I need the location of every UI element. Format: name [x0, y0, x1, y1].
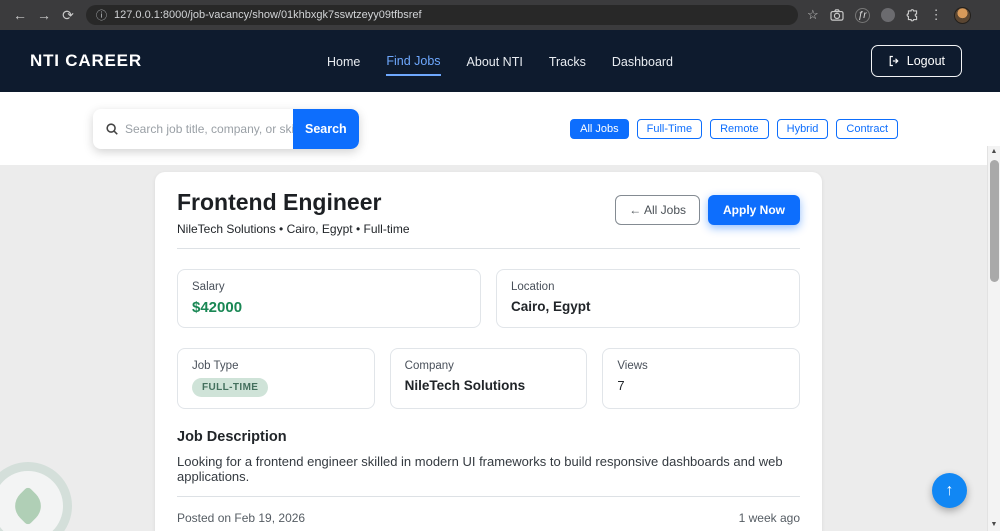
- all-jobs-back-button[interactable]: ← All Jobs: [615, 195, 700, 225]
- reload-icon[interactable]: ⟳: [56, 0, 80, 30]
- brand-logo[interactable]: NTI CAREER: [30, 51, 142, 71]
- job-type-badge: FULL-TIME: [192, 378, 269, 398]
- nav-link-tracks[interactable]: Tracks: [549, 48, 586, 75]
- divider: [177, 248, 800, 250]
- views-label: Views: [617, 360, 648, 373]
- job-title-block: Frontend Engineer NileTech Solutions • C…: [177, 189, 410, 237]
- leaf-icon: [8, 486, 48, 526]
- job-type-card: Job Type FULL-TIME: [177, 348, 375, 410]
- job-meta: NileTech Solutions • Cairo, Egypt • Full…: [177, 222, 410, 237]
- extension-circle-icon[interactable]: [880, 8, 895, 22]
- fr-extension-icon[interactable]: ƒr: [854, 7, 870, 23]
- arrow-up-icon: ↑: [945, 481, 954, 499]
- nav-link-dashboard[interactable]: Dashboard: [612, 48, 673, 75]
- search-icon: [93, 122, 125, 136]
- job-footer: Posted on Feb 19, 2026 1 week ago: [177, 511, 800, 525]
- search-button[interactable]: Search: [293, 108, 359, 149]
- scrollbar-thumb[interactable]: [990, 160, 999, 282]
- posted-age: 1 week ago: [738, 511, 800, 526]
- job-title: Frontend Engineer: [177, 189, 382, 215]
- site-info-icon[interactable]: ⓘ: [96, 7, 107, 23]
- apply-now-button[interactable]: Apply Now: [708, 195, 800, 225]
- nav-link-about-nti[interactable]: About NTI: [467, 48, 523, 75]
- filter-remote[interactable]: Remote: [710, 118, 769, 139]
- location-value: Cairo, Egypt: [511, 299, 591, 315]
- filter-all-jobs[interactable]: All Jobs: [570, 118, 629, 139]
- company-label: Company: [404, 360, 454, 373]
- nav-link-home[interactable]: Home: [327, 48, 360, 75]
- job-type-label: Job Type: [192, 360, 239, 373]
- company-value: NileTech Solutions: [404, 378, 526, 394]
- info-row-bottom: Job Type FULL-TIME Company NileTech Solu…: [177, 348, 801, 410]
- info-row-top: Salary $42000 Location Cairo, Egypt: [177, 269, 800, 329]
- logout-button[interactable]: Logout: [870, 45, 962, 77]
- job-header-actions: ← All Jobs Apply Now: [615, 195, 800, 225]
- browser-menu-icon[interactable]: ⋮: [930, 7, 943, 23]
- browser-profile-avatar[interactable]: [953, 6, 971, 24]
- search-input[interactable]: [125, 108, 293, 149]
- divider: [177, 496, 800, 498]
- job-header: Frontend Engineer NileTech Solutions • C…: [177, 189, 800, 237]
- search-section: Search All Jobs Full-Time Remote Hybrid …: [0, 92, 1000, 165]
- scroll-down-icon[interactable]: ▼: [988, 521, 1000, 528]
- location-card: Location Cairo, Egypt: [496, 269, 800, 329]
- job-description-text: Looking for a frontend engineer skilled …: [177, 454, 783, 485]
- nav-links: Home Find Jobs About NTI Tracks Dashboar…: [327, 47, 673, 76]
- screenshot-icon[interactable]: [830, 9, 844, 21]
- job-filters: All Jobs Full-Time Remote Hybrid Contrac…: [570, 118, 898, 139]
- nav-link-find-jobs[interactable]: Find Jobs: [386, 47, 441, 76]
- location-label: Location: [511, 281, 555, 294]
- page-content: Frontend Engineer NileTech Solutions • C…: [0, 165, 1000, 531]
- logout-label: Logout: [906, 54, 945, 68]
- scrollbar[interactable]: ▲ ▼: [987, 146, 1000, 531]
- job-detail-card: Frontend Engineer NileTech Solutions • C…: [155, 172, 822, 531]
- extensions-puzzle-icon[interactable]: [906, 8, 919, 22]
- forward-icon[interactable]: →: [32, 0, 56, 30]
- address-bar[interactable]: ⓘ 127.0.0.1:8000/job-vacancy/show/01khbx…: [86, 5, 798, 25]
- scroll-to-top-button[interactable]: ↑: [932, 473, 967, 508]
- views-card: Views 7: [602, 348, 801, 410]
- filter-full-time[interactable]: Full-Time: [636, 118, 703, 139]
- salary-value: $42000: [192, 299, 243, 317]
- bookmark-star-icon[interactable]: ☆: [807, 7, 819, 23]
- job-description-heading: Job Description: [177, 429, 287, 446]
- url-text: 127.0.0.1:8000/job-vacancy/show/01khbxgk…: [114, 9, 422, 21]
- filter-contract[interactable]: Contract: [836, 118, 898, 139]
- site-navbar: NTI CAREER Home Find Jobs About NTI Trac…: [0, 30, 1000, 92]
- views-value: 7: [617, 378, 625, 394]
- back-icon[interactable]: ←: [8, 0, 32, 30]
- logout-icon: [888, 55, 900, 67]
- scroll-up-icon[interactable]: ▲: [988, 148, 1000, 155]
- browser-toolbar: ← → ⟳ ⓘ 127.0.0.1:8000/job-vacancy/show/…: [0, 0, 1000, 30]
- filter-hybrid[interactable]: Hybrid: [776, 118, 829, 139]
- posted-date: Posted on Feb 19, 2026: [177, 511, 306, 526]
- salary-label: Salary: [192, 281, 225, 294]
- salary-card: Salary $42000: [177, 269, 481, 329]
- search-group: Search: [93, 108, 359, 149]
- company-card: Company NileTech Solutions: [389, 348, 588, 410]
